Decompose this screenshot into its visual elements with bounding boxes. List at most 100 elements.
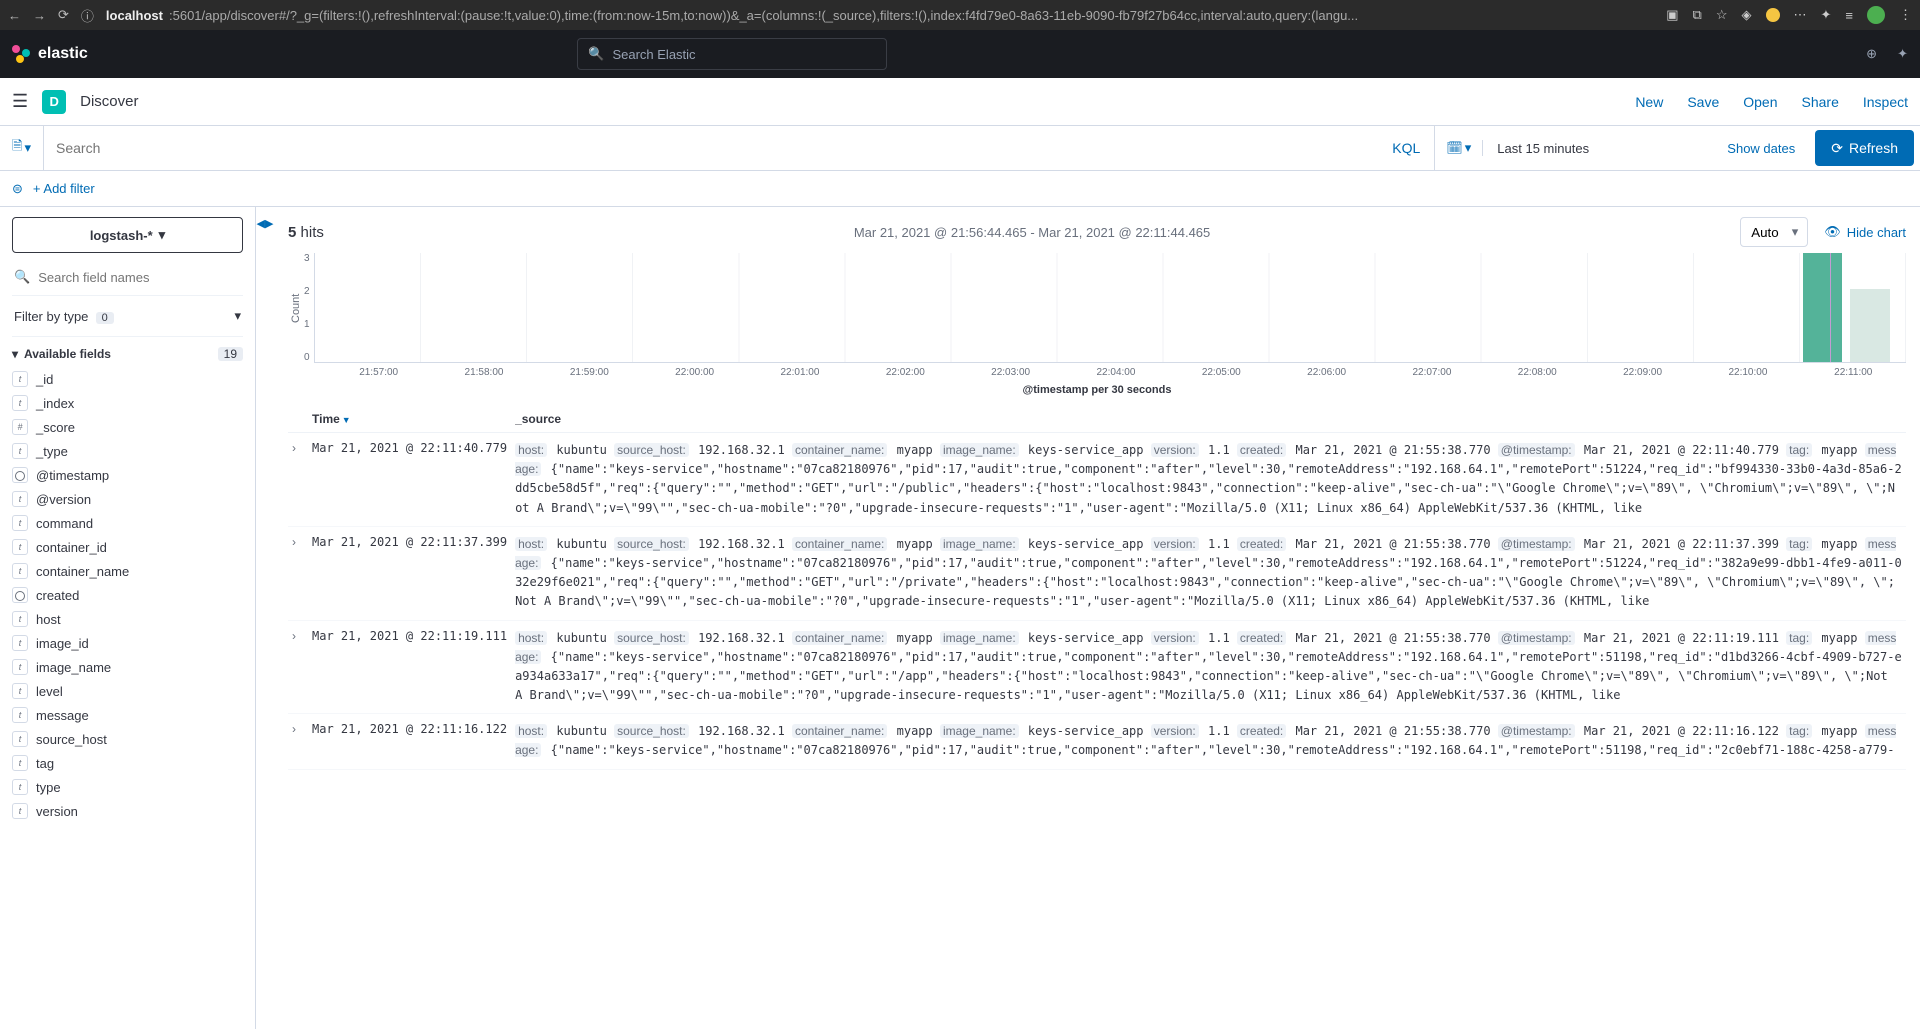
calendar-icon: 🗓 — [1446, 140, 1463, 156]
field-name: image_id — [36, 636, 89, 651]
kql-toggle[interactable]: KQL — [1378, 126, 1435, 170]
chevron-down-icon: ▾ — [234, 308, 241, 324]
app-link-new[interactable]: New — [1635, 94, 1663, 110]
source-key: image_name: — [940, 631, 1019, 645]
elastic-logo[interactable]: elastic — [12, 45, 88, 63]
app-link-share[interactable]: Share — [1802, 94, 1839, 110]
menu-icon[interactable]: ⋮ — [1899, 7, 1912, 23]
row-timestamp: Mar 21, 2021 @ 22:11:19.111 — [308, 620, 511, 714]
field-item[interactable]: tcommand — [12, 511, 243, 535]
brand-text: elastic — [38, 45, 88, 63]
app-link-inspect[interactable]: Inspect — [1863, 94, 1908, 110]
back-icon[interactable]: ← — [8, 8, 21, 23]
index-pattern-select[interactable]: logstash-* ▾ — [12, 217, 243, 253]
source-key: host: — [515, 631, 547, 645]
field-item[interactable]: t@version — [12, 487, 243, 511]
expand-row-button[interactable]: › — [288, 526, 308, 620]
field-item[interactable]: @timestamp — [12, 463, 243, 487]
query-input[interactable] — [44, 126, 1378, 170]
forward-icon[interactable]: → — [33, 8, 46, 23]
time-picker: 🗓▾ Last 15 minutes Show dates — [1435, 126, 1809, 170]
ext-icon[interactable]: ◈ — [1742, 7, 1752, 23]
field-name: @version — [36, 492, 91, 507]
expand-row-button[interactable]: › — [288, 620, 308, 714]
expand-row-button[interactable]: › — [288, 714, 308, 769]
star-icon[interactable]: ☆ — [1716, 7, 1728, 23]
field-item[interactable]: thost — [12, 607, 243, 631]
field-item[interactable]: timage_name — [12, 655, 243, 679]
hide-chart-link[interactable]: 👁Hide chart — [1824, 224, 1906, 240]
chart-plot-area[interactable] — [314, 253, 1906, 363]
address-bar[interactable]: localhost :5601/app/discover#/?_g=(filte… — [106, 8, 1358, 23]
source-key: version: — [1151, 443, 1199, 457]
source-key: tag: — [1786, 537, 1812, 551]
refresh-icon: ⟳ — [1831, 140, 1843, 157]
expand-row-button[interactable]: › — [288, 433, 308, 527]
field-item[interactable]: tversion — [12, 799, 243, 823]
row-timestamp: Mar 21, 2021 @ 22:11:40.779 — [308, 433, 511, 527]
source-key: version: — [1151, 631, 1199, 645]
available-fields-header[interactable]: ▾ Available fields 19 — [12, 337, 243, 367]
histogram-bar[interactable] — [1803, 253, 1843, 362]
saved-queries-button[interactable]: 🗎▾ — [0, 126, 44, 170]
source-key: tag: — [1786, 443, 1812, 457]
filter-type-count: 0 — [96, 312, 114, 324]
info-icon[interactable]: ⓘ — [81, 6, 94, 25]
interval-select-wrap: Auto — [1740, 217, 1808, 247]
reload-icon[interactable]: ⟳ — [58, 7, 69, 23]
collapse-sidebar-button[interactable]: ◀▶ — [256, 207, 274, 1029]
ext-icon[interactable]: ≡ — [1845, 8, 1853, 23]
refresh-button[interactable]: ⟳Refresh — [1815, 130, 1914, 166]
field-search-input[interactable] — [38, 270, 241, 285]
time-range[interactable]: Last 15 minutes — [1483, 141, 1713, 156]
ext-icon[interactable]: ⋯ — [1794, 7, 1807, 23]
field-name: type — [36, 780, 61, 795]
field-item[interactable]: tcontainer_id — [12, 535, 243, 559]
field-item[interactable]: ttype — [12, 775, 243, 799]
field-item[interactable]: created — [12, 583, 243, 607]
date-range-display: Mar 21, 2021 @ 21:56:44.465 - Mar 21, 20… — [340, 225, 1724, 240]
field-item[interactable]: tlevel — [12, 679, 243, 703]
th-source[interactable]: _source — [511, 406, 1906, 433]
field-item[interactable]: ttag — [12, 751, 243, 775]
histogram-bar[interactable] — [1850, 289, 1890, 362]
puzzle-icon[interactable]: ✦ — [1821, 7, 1832, 23]
ext-icon[interactable] — [1766, 8, 1780, 22]
app-actions: New Save Open Share Inspect — [1635, 94, 1908, 110]
calendar-button[interactable]: 🗓▾ — [1435, 140, 1483, 156]
global-search[interactable]: 🔍 Search Elastic — [577, 38, 887, 70]
field-item[interactable]: t_type — [12, 439, 243, 463]
field-item[interactable]: t_id — [12, 367, 243, 391]
interval-select[interactable]: Auto — [1740, 217, 1808, 247]
add-filter-link[interactable]: + Add filter — [33, 181, 95, 196]
field-item[interactable]: timage_id — [12, 631, 243, 655]
source-key: image_name: — [940, 724, 1019, 738]
text-type-icon: t — [12, 803, 28, 819]
table-row: ›Mar 21, 2021 @ 22:11:40.779host: kubunt… — [288, 433, 1906, 527]
source-key: container_name: — [792, 443, 887, 457]
ext-icon[interactable]: ⧉ — [1693, 7, 1702, 23]
ext-icon[interactable]: ▣ — [1666, 7, 1678, 23]
profile-avatar[interactable] — [1867, 6, 1885, 24]
field-item[interactable]: tmessage — [12, 703, 243, 727]
app-link-open[interactable]: Open — [1743, 94, 1777, 110]
filter-by-type[interactable]: Filter by type 0 ▾ — [12, 296, 243, 337]
field-item[interactable]: #_score — [12, 415, 243, 439]
field-item[interactable]: t_index — [12, 391, 243, 415]
source-key: version: — [1151, 537, 1199, 551]
row-source: host: kubuntu source_host: 192.168.32.1 … — [511, 526, 1906, 620]
now-line — [1830, 253, 1831, 362]
help-icon[interactable]: ✦ — [1897, 46, 1908, 62]
field-item[interactable]: tcontainer_name — [12, 559, 243, 583]
row-timestamp: Mar 21, 2021 @ 22:11:16.122 — [308, 714, 511, 769]
show-dates-link[interactable]: Show dates — [1713, 141, 1809, 156]
filter-icon[interactable]: ⊜ — [12, 181, 23, 197]
hamburger-icon[interactable]: ☰ — [12, 91, 28, 112]
field-item[interactable]: tsource_host — [12, 727, 243, 751]
news-icon[interactable]: ⊕ — [1866, 46, 1877, 62]
app-link-save[interactable]: Save — [1687, 94, 1719, 110]
source-key: host: — [515, 443, 547, 457]
search-icon: 🔍 — [14, 269, 30, 285]
search-placeholder: Search Elastic — [612, 47, 695, 62]
th-time[interactable]: Time▼ — [308, 406, 511, 433]
